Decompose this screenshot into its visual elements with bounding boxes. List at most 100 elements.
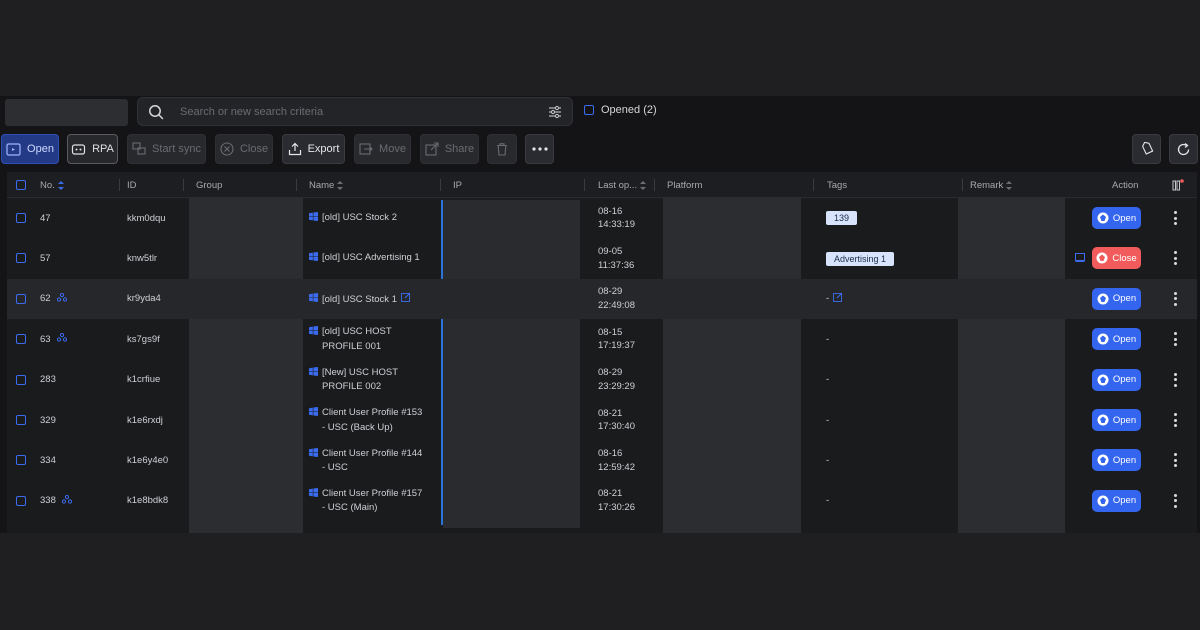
row-id-cell: k1e8bdk8	[127, 481, 168, 521]
row-name-cell[interactable]: [old] USC Advertising 1	[309, 238, 441, 278]
row-last-opened-cell: 08-29 22:49:08	[598, 279, 635, 319]
redacted-group-selector[interactable]	[5, 99, 128, 126]
opened-filter[interactable]: Opened (2)	[584, 104, 657, 116]
row-name-cell[interactable]: Client User Profile #153 - USC (Back Up)	[309, 400, 441, 440]
row-checkbox[interactable]	[16, 213, 26, 223]
table-row[interactable]: 57 knw5tlr [old] USC Advertising 1 09-05…	[7, 238, 1197, 278]
windows-icon	[309, 487, 318, 502]
row-more-button[interactable]	[1170, 208, 1180, 228]
table-row[interactable]: 47 kkm0dqu [old] USC Stock 2 08-16 14:33:…	[7, 198, 1197, 238]
row-id: ks7gs9f	[127, 333, 160, 345]
row-action-button[interactable]: Close	[1092, 247, 1141, 270]
search-bar[interactable]	[137, 97, 573, 126]
row-checkbox[interactable]	[16, 495, 26, 506]
trash-icon	[497, 143, 507, 156]
row-tag: -	[826, 293, 830, 305]
refresh-button[interactable]	[1169, 134, 1198, 164]
row-tags-cell: -	[826, 360, 829, 400]
windows-icon	[309, 447, 318, 462]
table-row[interactable]: 63 ks7gs9f [old] USC HOST PROFILE 001 08…	[7, 319, 1197, 359]
col-remark[interactable]: Remark	[970, 172, 1070, 198]
col-no[interactable]: No.	[40, 172, 120, 198]
windows-icon	[309, 211, 318, 226]
column-settings-button[interactable]	[1172, 172, 1184, 198]
row-name-cell[interactable]: [old] USC Stock 1	[309, 279, 441, 319]
row-no: 329	[40, 414, 56, 426]
row-name-cell[interactable]: [old] USC Stock 2	[309, 198, 441, 238]
row-action-button[interactable]: Open	[1092, 207, 1141, 229]
row-action-button[interactable]: Open	[1092, 368, 1141, 391]
row-no: 63	[40, 333, 51, 345]
row-action-label: Open	[1112, 333, 1137, 345]
row-more-button[interactable]	[1170, 248, 1180, 268]
col-group-label: Group	[196, 179, 223, 191]
search-input[interactable]	[180, 105, 548, 118]
row-name-cell[interactable]: Client User Profile #157 - USC (Main)	[309, 481, 441, 521]
row-id: k1e6y4e0	[127, 455, 169, 467]
row-name-cell[interactable]: [New] USC HOST PROFILE 002	[309, 360, 441, 400]
row-checkbox[interactable]	[16, 415, 26, 425]
row-more-button[interactable]	[1170, 289, 1180, 309]
row-last-opened-cell: 08-21 17:30:40	[598, 400, 635, 440]
row-time: 17:19:37	[598, 340, 635, 352]
col-id: ID	[127, 172, 184, 198]
row-time: 14:33:19	[598, 219, 635, 231]
row-more-button[interactable]	[1170, 410, 1180, 430]
start-sync-button[interactable]: Start sync	[127, 134, 206, 164]
row-tags-cell: -	[826, 279, 843, 319]
row-time: 11:37:36	[598, 259, 635, 271]
row-id-cell: ks7gs9f	[127, 319, 160, 359]
table-row[interactable]: 329 k1e6rxdj Client User Profile #153 - …	[7, 400, 1197, 440]
row-action-button[interactable]: Open	[1092, 409, 1141, 431]
rpa-button[interactable]: RPA	[67, 134, 118, 164]
row-more-button[interactable]	[1170, 329, 1180, 349]
row-tag: -	[826, 455, 830, 467]
table-row[interactable]: 62 kr9yda4 [old] USC Stock 1 08-29 22:49:…	[7, 278, 1197, 320]
col-group: Group	[196, 172, 297, 198]
shared-users-icon	[56, 333, 67, 345]
row-more-button[interactable]	[1170, 491, 1180, 511]
share-button[interactable]: Share	[420, 134, 479, 164]
browser-logo-icon	[1097, 414, 1109, 426]
top-bar: Opened (2)	[0, 96, 1200, 126]
col-ip-label: IP	[453, 179, 462, 191]
row-more-button[interactable]	[1170, 370, 1180, 390]
col-platform: Platform	[667, 172, 814, 198]
select-all-checkbox[interactable]	[16, 180, 26, 190]
table-row[interactable]: 338 k1e8bdk8 Client User Profile #157 - …	[7, 481, 1197, 521]
row-checkbox[interactable]	[16, 374, 26, 385]
row-checkbox[interactable]	[16, 455, 26, 466]
row-action-label: Open	[1112, 212, 1137, 224]
browser-window-icon[interactable]	[1075, 253, 1085, 265]
row-action-button[interactable]: Open	[1092, 328, 1141, 351]
close-button[interactable]: Close	[215, 134, 273, 164]
row-name-cell[interactable]: [old] USC HOST PROFILE 001	[309, 319, 441, 359]
opened-checkbox[interactable]	[584, 105, 594, 115]
move-button[interactable]: Move	[354, 134, 411, 164]
row-checkbox[interactable]	[16, 253, 26, 264]
row-action-button[interactable]: Open	[1092, 489, 1141, 512]
edit-tag-icon[interactable]	[833, 292, 843, 305]
row-no-cell: 334	[40, 440, 56, 480]
browser-logo-icon	[1097, 374, 1109, 386]
row-action-button[interactable]: Open	[1092, 449, 1141, 472]
row-name-cell[interactable]: Client User Profile #144 - USC	[309, 440, 441, 480]
delete-button[interactable]	[487, 134, 517, 164]
row-checkbox[interactable]	[16, 334, 26, 345]
row-action-button[interactable]: Open	[1092, 287, 1141, 310]
more-actions-button[interactable]	[525, 134, 554, 164]
row-tags-cell: -	[826, 400, 829, 440]
row-action-label: Open	[1112, 495, 1137, 507]
open-button[interactable]: Open	[1, 134, 59, 164]
filter-settings-icon[interactable]	[548, 105, 562, 119]
col-last-opened[interactable]: Last op...	[598, 172, 655, 198]
row-checkbox[interactable]	[16, 293, 26, 304]
browser-window-icon	[6, 142, 21, 156]
table-row[interactable]: 283 k1crfiue [New] USC HOST PROFILE 002 …	[7, 360, 1197, 400]
edit-icon[interactable]	[401, 292, 411, 307]
col-name[interactable]: Name	[309, 172, 441, 198]
export-button[interactable]: Export	[282, 134, 345, 164]
tag-button[interactable]	[1132, 134, 1161, 164]
table-row[interactable]: 334 k1e6y4e0 Client User Profile #144 - …	[7, 440, 1197, 480]
row-more-button[interactable]	[1170, 450, 1180, 470]
